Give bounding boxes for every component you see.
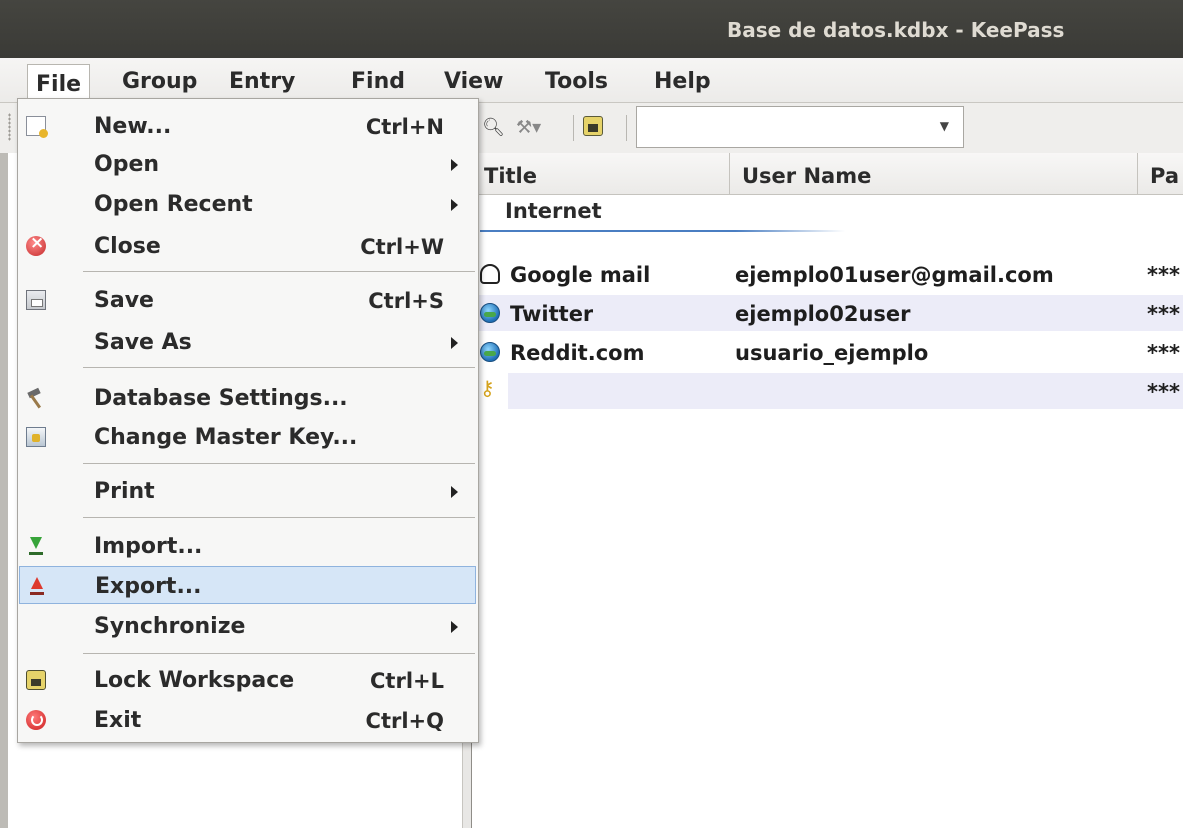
- column-header-username[interactable]: User Name: [730, 153, 1138, 195]
- menu-item-shortcut: Ctrl+N: [365, 115, 444, 139]
- menu-item-save[interactable]: Save Ctrl+S: [18, 281, 478, 319]
- menu-item-change-master-key[interactable]: Change Master Key...: [18, 418, 478, 456]
- entry-row[interactable]: Reddit.com usuario_ejemplo ***: [472, 334, 1183, 370]
- menu-item-close[interactable]: Close Ctrl+W: [18, 227, 478, 265]
- menu-item-synchronize[interactable]: Synchronize: [18, 607, 478, 645]
- menu-item-save-as[interactable]: Save As: [18, 323, 478, 361]
- file-menu-dropdown: New... Ctrl+N Open Open Recent Close Ctr…: [17, 98, 479, 743]
- new-database-icon: [26, 116, 48, 138]
- menu-file[interactable]: File: [27, 64, 91, 102]
- menu-item-label: Save: [94, 288, 154, 313]
- close-icon: [26, 233, 46, 256]
- menu-tools[interactable]: Tools: [545, 58, 608, 102]
- globe-icon: [480, 342, 500, 362]
- menu-item-open-recent[interactable]: Open Recent: [18, 185, 478, 223]
- quick-search-combo[interactable]: ▼: [636, 106, 964, 148]
- entry-username: ejemplo01user@gmail.com: [735, 263, 1054, 287]
- export-icon: [27, 576, 47, 596]
- menu-item-label: Change Master Key...: [94, 425, 358, 450]
- menu-item-import[interactable]: Import...: [18, 527, 478, 565]
- find-icon[interactable]: 🔍︎: [482, 117, 505, 138]
- menu-separator: [83, 271, 475, 272]
- toolbar-separator: [626, 115, 627, 141]
- menu-view[interactable]: View: [444, 58, 503, 102]
- menu-item-shortcut: Ctrl+S: [368, 289, 444, 313]
- submenu-arrow-icon: [451, 199, 458, 211]
- menu-item-label: Export...: [95, 574, 202, 599]
- menu-item-label: Exit: [94, 708, 142, 733]
- save-icon: [26, 290, 46, 310]
- menu-find[interactable]: Find: [351, 58, 405, 102]
- menu-help[interactable]: Help: [654, 58, 711, 102]
- entry-title: Google mail: [510, 263, 651, 287]
- key-dropdown-icon[interactable]: ⚒︎▾: [516, 117, 541, 138]
- menu-item-label: New...: [94, 114, 172, 139]
- group-label: Internet: [505, 199, 602, 223]
- menu-item-label: Database Settings...: [94, 386, 348, 411]
- menu-item-label: Lock Workspace: [94, 668, 295, 693]
- menu-item-exit[interactable]: Exit Ctrl+Q: [18, 701, 478, 739]
- hammer-icon: [26, 388, 46, 408]
- menu-item-label: Print: [94, 479, 155, 504]
- lock-icon: [26, 670, 46, 690]
- entry-list[interactable]: [472, 153, 1183, 828]
- submenu-arrow-icon: [451, 486, 458, 498]
- exit-icon: [26, 710, 46, 730]
- menu-item-shortcut: Ctrl+L: [370, 669, 444, 693]
- menu-item-label: Synchronize: [94, 614, 246, 639]
- globe-icon: [480, 303, 500, 323]
- column-header-title[interactable]: Title: [472, 153, 730, 195]
- entry-password: ***: [1147, 341, 1180, 365]
- chevron-down-icon[interactable]: ▼: [940, 119, 949, 133]
- menu-item-label: Open: [94, 152, 160, 177]
- menu-separator: [83, 517, 475, 518]
- menu-separator: [83, 653, 475, 654]
- import-icon: [26, 536, 46, 556]
- menu-group[interactable]: Group: [122, 58, 197, 102]
- toolbar-separator: [573, 115, 574, 141]
- entry-username: ejemplo02user: [735, 302, 911, 326]
- submenu-arrow-icon: [451, 159, 458, 171]
- menu-entry[interactable]: Entry: [229, 58, 295, 102]
- entry-row[interactable]: Twitter ejemplo02user ***: [472, 295, 1183, 331]
- lock-workspace-icon[interactable]: [583, 116, 603, 136]
- entry-password: ***: [1147, 380, 1180, 404]
- menu-item-database-settings[interactable]: Database Settings...: [18, 379, 478, 417]
- menu-item-lock-workspace[interactable]: Lock Workspace Ctrl+L: [18, 661, 478, 699]
- entry-row[interactable]: ***: [508, 373, 1183, 409]
- toolbar-grip[interactable]: [8, 113, 11, 141]
- menu-item-label: Close: [94, 234, 161, 259]
- menu-item-export[interactable]: Export...: [19, 566, 476, 604]
- menu-item-new[interactable]: New... Ctrl+N: [18, 107, 478, 145]
- entry-username: usuario_ejemplo: [735, 341, 929, 365]
- menu-item-label: Open Recent: [94, 192, 253, 217]
- key-icon: ⚷: [480, 376, 495, 400]
- column-header-password[interactable]: Pa: [1138, 153, 1183, 195]
- menu-separator: [83, 463, 475, 464]
- window-titlebar: Base de datos.kdbx - KeePass: [0, 0, 1183, 58]
- menu-item-print[interactable]: Print: [18, 472, 478, 510]
- menu-item-label: Save As: [94, 330, 192, 355]
- menu-separator: [83, 367, 475, 368]
- group-divider: [480, 230, 845, 232]
- submenu-arrow-icon: [451, 621, 458, 633]
- entry-row[interactable]: Google mail ejemplo01user@gmail.com ***: [472, 256, 1183, 292]
- entry-title: Reddit.com: [510, 341, 645, 365]
- menu-item-open[interactable]: Open: [18, 145, 478, 183]
- entry-password: ***: [1147, 302, 1180, 326]
- entry-title: Twitter: [510, 302, 594, 326]
- menu-item-shortcut: Ctrl+W: [360, 235, 444, 259]
- entry-password: ***: [1147, 263, 1180, 287]
- window-title: Base de datos.kdbx - KeePass: [727, 18, 1065, 42]
- menu-item-label: Import...: [94, 534, 203, 559]
- master-key-icon: [26, 427, 46, 447]
- menu-item-shortcut: Ctrl+Q: [365, 709, 444, 733]
- menubar: File Group Entry Find View Tools Help: [0, 58, 1183, 103]
- submenu-arrow-icon: [451, 337, 458, 349]
- linux-icon: [480, 264, 500, 284]
